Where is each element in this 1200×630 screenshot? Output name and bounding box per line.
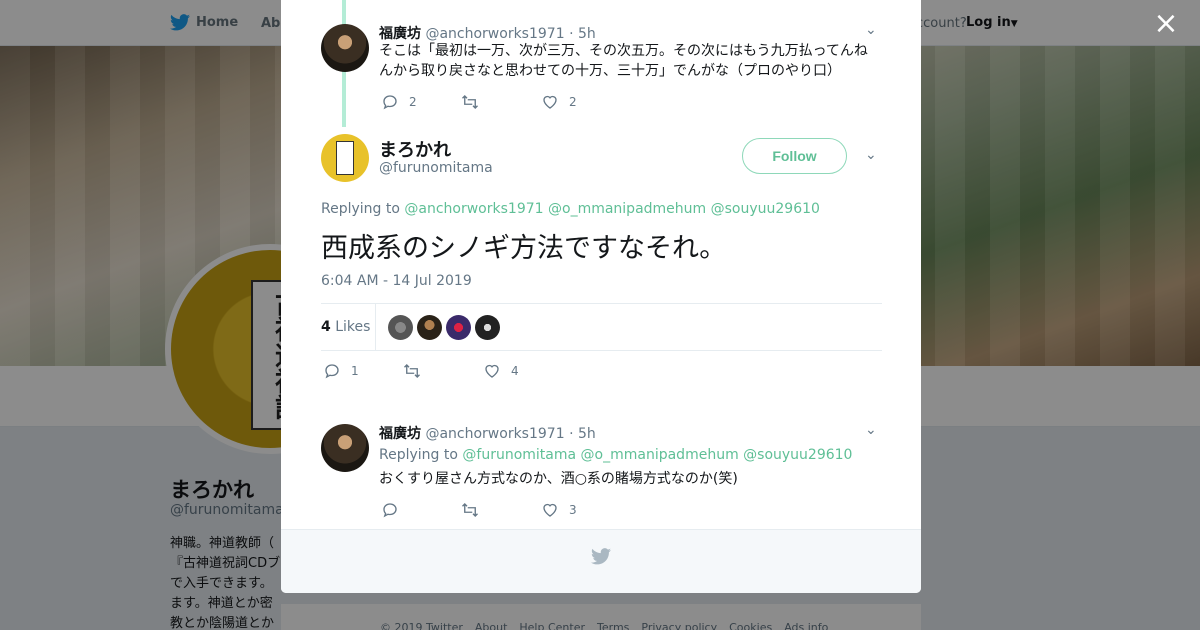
author-name[interactable]: 福廣坊 bbox=[379, 426, 421, 442]
follow-button[interactable]: Follow bbox=[742, 138, 847, 174]
main-tweet-text: 西成系のシノギ方法ですなそれ。 bbox=[321, 233, 727, 264]
tweet-text: そこは「最初は一万、次が三万、その次五万。その次にはもう九万払ってんねんから取り… bbox=[379, 43, 868, 79]
like-button[interactable]: 3 bbox=[541, 501, 621, 519]
reply-header: 福廣坊 @anchorworks1971 · 5h bbox=[379, 423, 596, 443]
retweet-button[interactable] bbox=[461, 501, 541, 519]
mention-link[interactable]: @souyuu29610 bbox=[711, 201, 820, 217]
mention-link[interactable]: @o_mmanipadmehum bbox=[548, 201, 706, 217]
retweet-button[interactable] bbox=[461, 93, 541, 111]
tweet-time[interactable]: · 5h bbox=[569, 26, 596, 42]
like-button[interactable]: 2 bbox=[541, 93, 621, 111]
tweet-actions: 1 4 bbox=[323, 362, 563, 380]
retweet-icon bbox=[404, 364, 420, 378]
likes-number: 4 bbox=[321, 319, 331, 335]
author-handle[interactable]: @anchorworks1971 bbox=[425, 426, 564, 442]
reply-button[interactable] bbox=[381, 501, 461, 519]
replying-to: Replying to @anchorworks1971 @o_mmanipad… bbox=[321, 201, 820, 217]
author-name[interactable]: 福廣坊 bbox=[379, 26, 421, 42]
liker-avatar[interactable] bbox=[475, 315, 500, 340]
liker-avatar[interactable] bbox=[388, 315, 413, 340]
reply-icon bbox=[383, 503, 397, 518]
modal-footer bbox=[281, 529, 921, 593]
main-author-handle[interactable]: @furunomitama bbox=[379, 160, 493, 176]
liker-avatar[interactable] bbox=[417, 315, 442, 340]
retweet-icon bbox=[462, 95, 478, 109]
ancestor-header: 福廣坊 @anchorworks1971 · 5h bbox=[379, 23, 596, 43]
tweet-text: おくすり屋さん方式なのか、酒○系の賭場方式なのか(笑) bbox=[379, 471, 738, 487]
mention-link[interactable]: @o_mmanipadmehum bbox=[581, 447, 739, 463]
chevron-down-icon[interactable]: ⌄ bbox=[865, 422, 877, 438]
stat-divider bbox=[375, 304, 376, 350]
reply-icon bbox=[325, 364, 339, 379]
reply-count: 2 bbox=[409, 95, 417, 109]
tweet-modal: 福廣坊 @anchorworks1971 · 5h ⌄ そこは「最初は一万、次が… bbox=[281, 0, 921, 593]
like-count: 3 bbox=[569, 503, 577, 517]
close-button[interactable]: × bbox=[1152, 9, 1180, 39]
heart-icon bbox=[543, 95, 557, 109]
tweet-stats: 4 Likes bbox=[321, 303, 882, 351]
like-count: 2 bbox=[569, 95, 577, 109]
tweet-actions: 3 bbox=[381, 501, 621, 519]
author-handle[interactable]: @anchorworks1971 bbox=[425, 26, 564, 42]
main-author-name[interactable]: まろかれ bbox=[379, 136, 451, 162]
chevron-down-icon[interactable]: ⌄ bbox=[865, 22, 877, 38]
tweet-actions: 2 2 bbox=[381, 93, 621, 111]
chevron-down-icon[interactable]: ⌄ bbox=[865, 147, 877, 163]
retweet-button[interactable] bbox=[403, 362, 483, 380]
reply-count: 1 bbox=[351, 364, 359, 378]
reply-button[interactable]: 1 bbox=[323, 362, 403, 380]
reply-icon bbox=[383, 95, 397, 110]
likes-stat[interactable]: 4 Likes bbox=[321, 319, 370, 335]
reply-avatar[interactable] bbox=[321, 424, 369, 472]
heart-icon bbox=[485, 364, 499, 378]
like-button[interactable]: 4 bbox=[483, 362, 563, 380]
replying-to: Replying to @furunomitama @o_mmanipadmeh… bbox=[379, 445, 879, 465]
avatar-card bbox=[336, 141, 354, 175]
likes-label: Likes bbox=[335, 319, 371, 335]
replying-prefix: Replying to bbox=[379, 447, 458, 463]
tweet-timestamp[interactable]: 6:04 AM - 14 Jul 2019 bbox=[321, 273, 472, 289]
heart-icon bbox=[543, 503, 557, 517]
like-count: 4 bbox=[511, 364, 519, 378]
liker-avatar[interactable] bbox=[446, 315, 471, 340]
main-avatar[interactable] bbox=[321, 134, 369, 182]
tweet-time[interactable]: · 5h bbox=[569, 426, 596, 442]
replying-prefix: Replying to bbox=[321, 201, 400, 217]
ancestor-avatar[interactable] bbox=[321, 24, 369, 72]
twitter-bird-icon bbox=[591, 548, 611, 565]
retweet-icon bbox=[462, 503, 478, 517]
mention-link[interactable]: @furunomitama bbox=[462, 447, 576, 463]
reply-button[interactable]: 2 bbox=[381, 93, 461, 111]
mention-link[interactable]: @anchorworks1971 bbox=[404, 201, 543, 217]
mention-link[interactable]: @souyuu29610 bbox=[743, 447, 852, 463]
